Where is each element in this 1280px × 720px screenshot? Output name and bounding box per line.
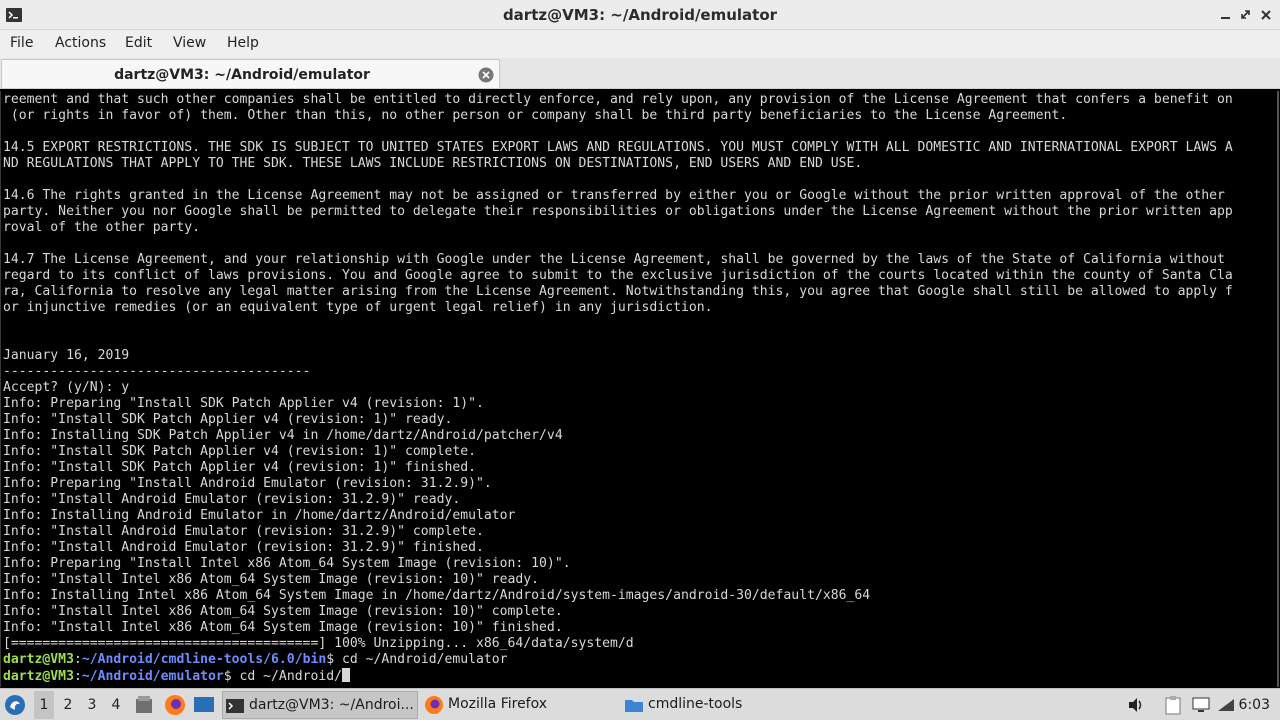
- terminal-line: Info: Preparing "Install SDK Patch Appli…: [3, 396, 484, 411]
- terminal-line: 14.5 EXPORT RESTRICTIONS. THE SDK IS SUB…: [3, 140, 1233, 155]
- workspace-2[interactable]: 2: [58, 697, 78, 713]
- terminal-line: Info: "Install Android Emulator (revisio…: [3, 524, 484, 539]
- tab-terminal[interactable]: dartz@VM3: ~/Android/emulator: [1, 59, 500, 88]
- firefox-icon: [425, 696, 443, 714]
- prompt-command: $ cd ~/Android/emulator: [326, 652, 508, 667]
- workspace-4[interactable]: 4: [106, 697, 126, 713]
- window-titlebar: dartz@VM3: ~/Android/emulator: [0, 0, 1280, 30]
- terminal-line: party. Neither you nor Google shall be p…: [3, 204, 1233, 219]
- terminal-icon: [226, 699, 244, 713]
- file-manager-launcher-icon[interactable]: [135, 695, 153, 715]
- terminal-line: Info: Installing SDK Patch Applier v4 in…: [3, 428, 563, 443]
- terminal-line: 14.6 The rights granted in the License A…: [3, 188, 1225, 203]
- text-cursor: [342, 668, 350, 682]
- terminal-line: or injunctive remedies (or an equivalent…: [3, 300, 713, 315]
- workspace-1[interactable]: 1: [34, 691, 54, 719]
- close-icon[interactable]: [1258, 7, 1274, 23]
- task-firefox-label: Mozilla Firefox: [448, 696, 548, 712]
- terminal-line: Info: "Install SDK Patch Applier v4 (rev…: [3, 444, 476, 459]
- terminal-prompt-line: dartz@VM3:~/Android/cmdline-tools/6.0/bi…: [3, 652, 1233, 668]
- tab-close-icon[interactable]: [478, 67, 494, 83]
- terminal-line: Info: Installing Intel x86 Atom_64 Syste…: [3, 588, 871, 603]
- terminal-line: Info: "Install Intel x86 Atom_64 System …: [3, 620, 563, 635]
- tab-bar: dartz@VM3: ~/Android/emulator: [0, 58, 1280, 89]
- terminal-view[interactable]: reement and that such other companies sh…: [0, 91, 1280, 687]
- terminal-line: regard to its conflict of laws provision…: [3, 268, 1233, 283]
- minimize-icon[interactable]: [1218, 7, 1234, 23]
- scrollbar[interactable]: [1277, 91, 1279, 687]
- folder-icon: [625, 700, 643, 712]
- prompt-path: ~/Android/emulator: [81, 669, 224, 684]
- terminal-line: Info: "Install Android Emulator (revisio…: [3, 492, 461, 507]
- task-file-manager[interactable]: cmdline-tools: [622, 691, 812, 719]
- task-terminal[interactable]: dartz@VM3: ~/Androi...: [222, 691, 418, 719]
- desktop-launcher-icon[interactable]: [193, 695, 215, 715]
- terminal-prompt-line: dartz@VM3:~/Android/emulator$ cd ~/Andro…: [3, 668, 1233, 684]
- window-title: dartz@VM3: ~/Android/emulator: [502, 6, 778, 24]
- terminal-line: [=======================================…: [3, 636, 634, 651]
- terminal-line: (or rights in favor of) them. Other than…: [3, 108, 1068, 123]
- prompt-separator: :: [73, 652, 82, 667]
- terminal-line: Info: "Install Android Emulator (revisio…: [3, 540, 484, 555]
- menu-file[interactable]: File: [10, 35, 33, 51]
- terminal-line: 14.7 The License Agreement, and your rel…: [3, 252, 1225, 267]
- terminal-line: Info: Installing Android Emulator in /ho…: [3, 508, 516, 523]
- task-file-manager-label: cmdline-tools: [648, 696, 743, 712]
- workspace-3[interactable]: 3: [82, 697, 102, 713]
- display-icon[interactable]: [1191, 695, 1211, 715]
- prompt-user: dartz@VM3: [3, 652, 74, 667]
- start-menu-icon[interactable]: [4, 694, 26, 716]
- firefox-launcher-icon[interactable]: [164, 694, 186, 716]
- prompt-path: ~/Android/cmdline-tools/6.0/bin: [81, 652, 327, 667]
- terminal-line: Info: Preparing "Install Android Emulato…: [3, 476, 492, 491]
- terminal-line: reement and that such other companies sh…: [3, 92, 1233, 107]
- menu-view[interactable]: View: [173, 35, 206, 51]
- terminal-line: Info: "Install SDK Patch Applier v4 (rev…: [3, 412, 453, 427]
- terminal-output: reement and that such other companies sh…: [3, 92, 1233, 684]
- terminal-line: ND REGULATIONS THAT APPLY TO THE SDK. TH…: [3, 156, 863, 171]
- terminal-line: Info: "Install SDK Patch Applier v4 (rev…: [3, 460, 476, 475]
- terminal-line: Accept? (y/N): y: [3, 380, 130, 395]
- terminal-line: Info: Preparing "Install Intel x86 Atom_…: [3, 556, 571, 571]
- prompt-separator: :: [73, 669, 82, 684]
- prompt-command: $ cd ~/Android/: [223, 669, 342, 684]
- network-icon[interactable]: [1216, 695, 1236, 715]
- maximize-icon[interactable]: [1238, 7, 1254, 23]
- terminal-line: ---------------------------------------: [3, 364, 311, 379]
- terminal-line: Info: "Install Intel x86 Atom_64 System …: [3, 572, 540, 587]
- taskbar: 1 2 3 4 dartz@VM3: ~/Androi... Mozilla F…: [0, 688, 1280, 720]
- menu-actions[interactable]: Actions: [55, 35, 106, 51]
- menu-bar: File Actions Edit View Help: [0, 30, 1280, 58]
- menu-edit[interactable]: Edit: [125, 35, 152, 51]
- volume-icon[interactable]: [1127, 696, 1145, 714]
- clock[interactable]: 6:03: [1239, 697, 1270, 713]
- prompt-user: dartz@VM3: [3, 669, 74, 684]
- task-firefox[interactable]: Mozilla Firefox: [422, 691, 614, 719]
- terminal-line: roval of the other party.: [3, 220, 201, 235]
- terminal-line: January 16, 2019: [3, 348, 130, 363]
- menu-help[interactable]: Help: [227, 35, 259, 51]
- task-terminal-label: dartz@VM3: ~/Androi...: [249, 697, 414, 713]
- clipboard-icon[interactable]: [1163, 695, 1183, 715]
- terminal-line: Info: "Install Intel x86 Atom_64 System …: [3, 604, 563, 619]
- terminal-line: ra, California to resolve any legal matt…: [3, 284, 1233, 299]
- tab-label: dartz@VM3: ~/Android/emulator: [114, 67, 370, 83]
